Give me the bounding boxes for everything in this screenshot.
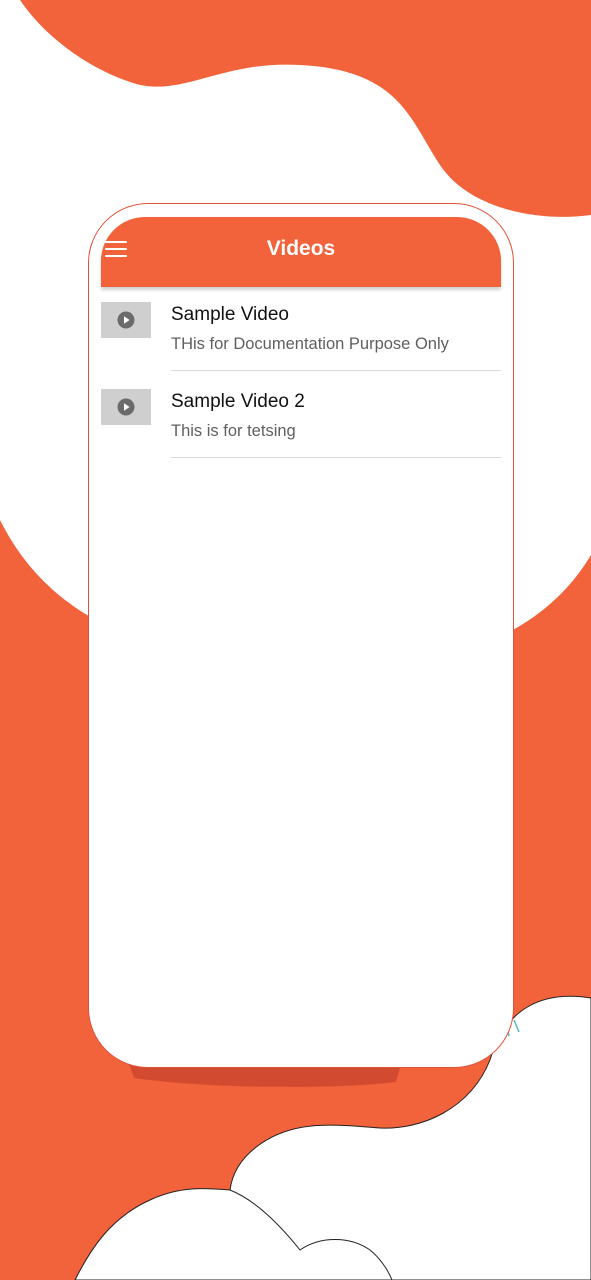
video-title: Sample Video (171, 304, 289, 325)
phone-frame: Videos Sample Video THis for Documentati… (88, 203, 514, 1068)
app-title: Videos (266, 237, 336, 260)
video-text: Sample Video THis for Documentation Purp… (171, 302, 501, 371)
video-list: Sample Video THis for Documentation Purp… (101, 302, 501, 476)
video-list-item[interactable]: Sample Video THis for Documentation Purp… (101, 302, 501, 389)
video-subtitle: This is for tetsing (171, 422, 296, 440)
video-thumbnail (101, 302, 151, 338)
play-icon (117, 311, 135, 329)
video-text: Sample Video 2 This is for tetsing (171, 389, 501, 458)
video-thumbnail (101, 389, 151, 425)
page-background: Videos Sample Video THis for Documentati… (0, 0, 591, 1280)
app-bar: Videos (101, 217, 501, 287)
play-icon (117, 398, 135, 416)
video-title: Sample Video 2 (171, 391, 305, 412)
top-blob-shape (20, 0, 591, 217)
video-subtitle: THis for Documentation Purpose Only (171, 335, 449, 353)
video-list-item[interactable]: Sample Video 2 This is for tetsing (101, 389, 501, 476)
